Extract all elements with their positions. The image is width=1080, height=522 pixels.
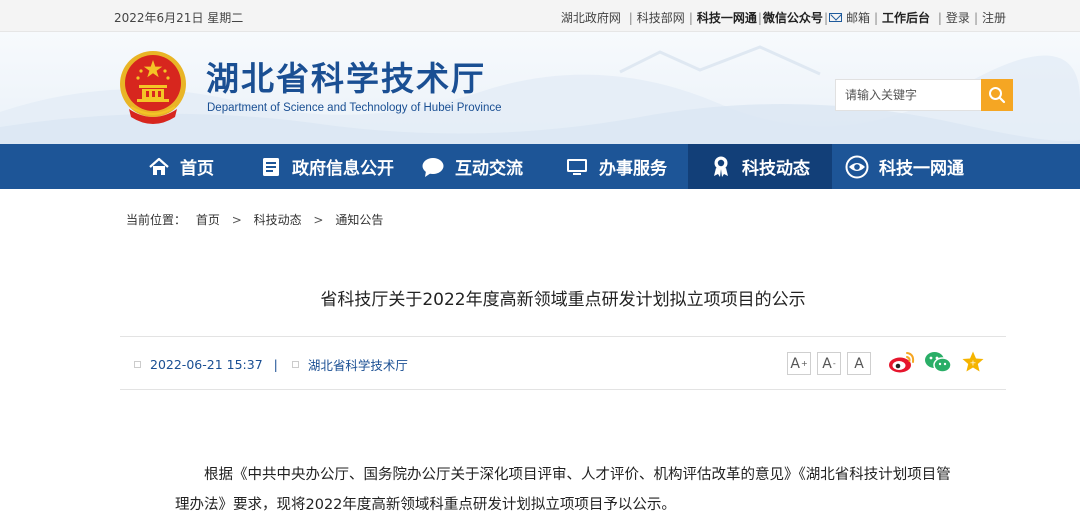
search-button[interactable] bbox=[981, 79, 1013, 111]
nav-item-label: 科技一网通 bbox=[879, 159, 964, 179]
divider: | bbox=[823, 10, 828, 25]
font-decrease-button[interactable]: A- bbox=[817, 352, 841, 375]
divider bbox=[120, 336, 1006, 337]
divider: | bbox=[624, 10, 633, 25]
current-date: 2022年6月21日 星期二 bbox=[114, 11, 244, 25]
breadcrumb-home[interactable]: 首页 bbox=[196, 213, 220, 227]
source-icon bbox=[291, 361, 299, 368]
breadcrumb-tech-news[interactable]: 科技动态 bbox=[254, 213, 302, 227]
wechat-share-icon[interactable] bbox=[924, 350, 952, 374]
favorite-star-icon[interactable]: + bbox=[961, 350, 985, 374]
breadcrumb: 当前位置： 首页 > 科技动态 > 通知公告 bbox=[126, 211, 383, 228]
nav-item-label: 科技动态 bbox=[742, 159, 810, 179]
search-icon bbox=[989, 87, 1006, 104]
link-most[interactable]: 科技部网 bbox=[637, 9, 685, 26]
search-box bbox=[835, 79, 1013, 111]
nav-item-services[interactable]: 办事服务 bbox=[565, 144, 680, 189]
link-wechat-account[interactable]: 微信公众号 bbox=[763, 9, 823, 26]
nav-item-kejiyiwangtong[interactable]: 科技一网通 bbox=[845, 144, 975, 189]
search-input[interactable] bbox=[835, 79, 981, 111]
document-list-icon bbox=[263, 157, 279, 176]
minus-icon: - bbox=[832, 359, 836, 368]
article-title: 省科技厅关于2022年度高新领域重点研发计划拟立项项目的公示 bbox=[320, 290, 806, 310]
nav-item-gov-info[interactable]: 政府信息公开 bbox=[260, 144, 410, 189]
link-login[interactable]: 登录 bbox=[946, 9, 970, 26]
font-button-label: A bbox=[854, 355, 864, 372]
divider: | bbox=[688, 10, 693, 25]
divider: | bbox=[757, 10, 762, 25]
link-mail[interactable]: 邮箱 bbox=[846, 9, 870, 26]
nav-item-label: 首页 bbox=[180, 159, 214, 179]
breadcrumb-separator: > bbox=[313, 213, 324, 227]
font-reset-button[interactable]: A bbox=[847, 352, 871, 375]
site-title: 湖北省科学技术厅 bbox=[206, 59, 486, 98]
divider: | bbox=[934, 10, 942, 25]
award-medal-icon bbox=[714, 156, 728, 177]
meta-separator: | bbox=[273, 357, 278, 372]
font-increase-button[interactable]: A + bbox=[787, 352, 811, 375]
divider bbox=[120, 389, 1006, 390]
weibo-share-icon[interactable] bbox=[888, 350, 916, 374]
divider: | bbox=[874, 10, 879, 25]
font-button-label: A bbox=[790, 355, 800, 372]
nav-item-label: 互动交流 bbox=[455, 159, 523, 179]
article-meta: 2022-06-21 15:37 | 湖北省科学技术厅 bbox=[134, 355, 408, 374]
monitor-icon bbox=[567, 158, 587, 175]
article-paragraph: 根据《中共中央办公厅、国务院办公厅关于深化项目评审、人才评价、机构评估改革的意见… bbox=[175, 467, 951, 513]
nav-item-label: 政府信息公开 bbox=[292, 159, 394, 179]
home-icon bbox=[149, 157, 169, 175]
link-register[interactable]: 注册 bbox=[982, 9, 1006, 26]
chat-bubble-icon bbox=[422, 157, 444, 177]
national-emblem-logo bbox=[120, 51, 186, 124]
nav-item-home[interactable]: 首页 bbox=[148, 144, 238, 189]
nav-item-label: 办事服务 bbox=[599, 159, 667, 179]
publish-datetime: 2022-06-21 15:37 bbox=[150, 357, 263, 372]
nav-item-interaction[interactable]: 互动交流 bbox=[421, 144, 536, 189]
site-header: 湖北省科学技术厅 Department of Science and Techn… bbox=[0, 32, 1080, 144]
top-utility-bar: 2022年6月21日 星期二 湖北政府网 | 科技部网 | 科技一网通 | 微信… bbox=[0, 0, 1080, 32]
font-size-controls: A + A- A bbox=[787, 352, 877, 375]
link-kejiyiwangtong[interactable]: 科技一网通 bbox=[697, 9, 757, 26]
breadcrumb-prefix: 当前位置： bbox=[126, 213, 187, 227]
top-links: 湖北政府网 | 科技部网 | 科技一网通 | 微信公众号 | 邮箱 | 工作后台… bbox=[561, 9, 1006, 26]
font-button-label: A bbox=[822, 355, 832, 372]
eye-icon bbox=[845, 155, 869, 178]
nav-item-tech-news[interactable]: 科技动态 bbox=[688, 144, 832, 189]
divider: | bbox=[973, 10, 978, 25]
article-body: 根据《中共中央办公厅、国务院办公厅关于深化项目评审、人才评价、机构评估改革的意见… bbox=[175, 460, 955, 520]
main-navigation: 首页 政府信息公开 互动交流 办事服务 科技动态 科技一网通 bbox=[0, 144, 1080, 189]
article-source: 湖北省科学技术厅 bbox=[307, 358, 408, 373]
mail-icon bbox=[828, 13, 842, 22]
svg-text:+: + bbox=[970, 359, 977, 368]
link-hubei-gov[interactable]: 湖北政府网 bbox=[561, 9, 621, 26]
site-subtitle-english: Department of Science and Technology of … bbox=[207, 102, 502, 114]
link-backend[interactable]: 工作后台 bbox=[882, 9, 930, 26]
breadcrumb-notices[interactable]: 通知公告 bbox=[335, 213, 383, 227]
calendar-icon bbox=[134, 361, 141, 368]
plus-icon: + bbox=[800, 359, 808, 368]
breadcrumb-separator: > bbox=[231, 213, 242, 227]
